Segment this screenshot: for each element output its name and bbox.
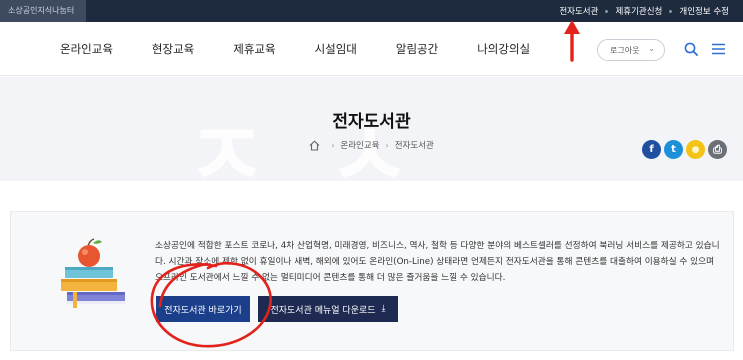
main-nav: 온라인교육 현장교육 제휴교육 시설임대 알림공간 나의강의실 (60, 22, 569, 76)
search-icon[interactable] (684, 42, 698, 56)
print-icon[interactable]: ⎙ (708, 140, 727, 159)
nav-item-partner-education[interactable]: 제휴교육 (233, 41, 275, 57)
breadcrumb-separator-icon: › (385, 140, 389, 150)
nav-item-notice[interactable]: 알림공간 (396, 41, 438, 57)
breadcrumb-item-online-education[interactable]: 온라인교육 (340, 139, 379, 151)
books-apple-illustration (61, 238, 125, 308)
nav-item-my-classroom[interactable]: 나의강의실 (477, 41, 530, 57)
breadcrumb: › 온라인교육 › 전자도서관 (0, 139, 743, 151)
logout-button[interactable]: 로그아웃 ⌄ (597, 39, 665, 61)
separator-dot (669, 9, 673, 13)
breadcrumb-item-ebook-library: 전자도서관 (394, 141, 434, 151)
twitter-share-icon[interactable]: t (664, 140, 683, 159)
kakaotalk-share-icon[interactable]: ● (686, 140, 705, 159)
nav-item-facility-rental[interactable]: 시설임대 (315, 41, 357, 57)
annotation-arrow-icon (564, 20, 580, 62)
download-manual-label: 전자도서관 메뉴얼 다운로드 (270, 305, 376, 316)
top-utility-bar: 소상공인지식나눔터 전자도서관 제휴기관신청 개인정보 수정 (0, 0, 743, 22)
breadcrumb-separator-icon: › (331, 140, 335, 150)
main-header: 온라인교육 현장교육 제휴교육 시설임대 알림공간 나의강의실 로그아웃 ⌄ (0, 22, 743, 76)
home-icon[interactable] (309, 139, 320, 151)
facebook-share-icon[interactable]: f (642, 140, 661, 159)
logout-label: 로그아웃 (610, 45, 640, 55)
page-hero: ㅈㅅ 전자도서관 › 온라인교육 › 전자도서관 (0, 77, 743, 181)
library-intro-box: 소상공인에 적합한 포스트 코로나, 4차 산업혁명, 미래경영, 비즈니스, … (10, 211, 734, 351)
download-manual-button[interactable]: 전자도서관 메뉴얼 다운로드 ⤓ (258, 296, 398, 322)
separator-dot (605, 9, 609, 13)
hero-background-decoration: ㅈㅅ (185, 104, 471, 181)
hamburger-menu-icon[interactable] (712, 43, 725, 55)
annotation-circle (150, 261, 272, 348)
nav-item-field-education[interactable]: 현장교육 (152, 41, 194, 57)
download-icon: ⤓ (381, 304, 386, 314)
util-link-profile-edit[interactable]: 개인정보 수정 (679, 5, 729, 17)
util-link-ebook-library[interactable]: 전자도서관 (559, 5, 598, 17)
util-link-partner-apply[interactable]: 제휴기관신청 (615, 5, 662, 17)
chevron-down-icon: ⌄ (648, 44, 655, 53)
page-title: 전자도서관 (332, 112, 411, 132)
utility-links: 전자도서관 제휴기관신청 개인정보 수정 (559, 0, 729, 22)
site-name-tag[interactable]: 소상공인지식나눔터 (0, 0, 86, 22)
nav-item-online-education[interactable]: 온라인교육 (60, 41, 113, 57)
